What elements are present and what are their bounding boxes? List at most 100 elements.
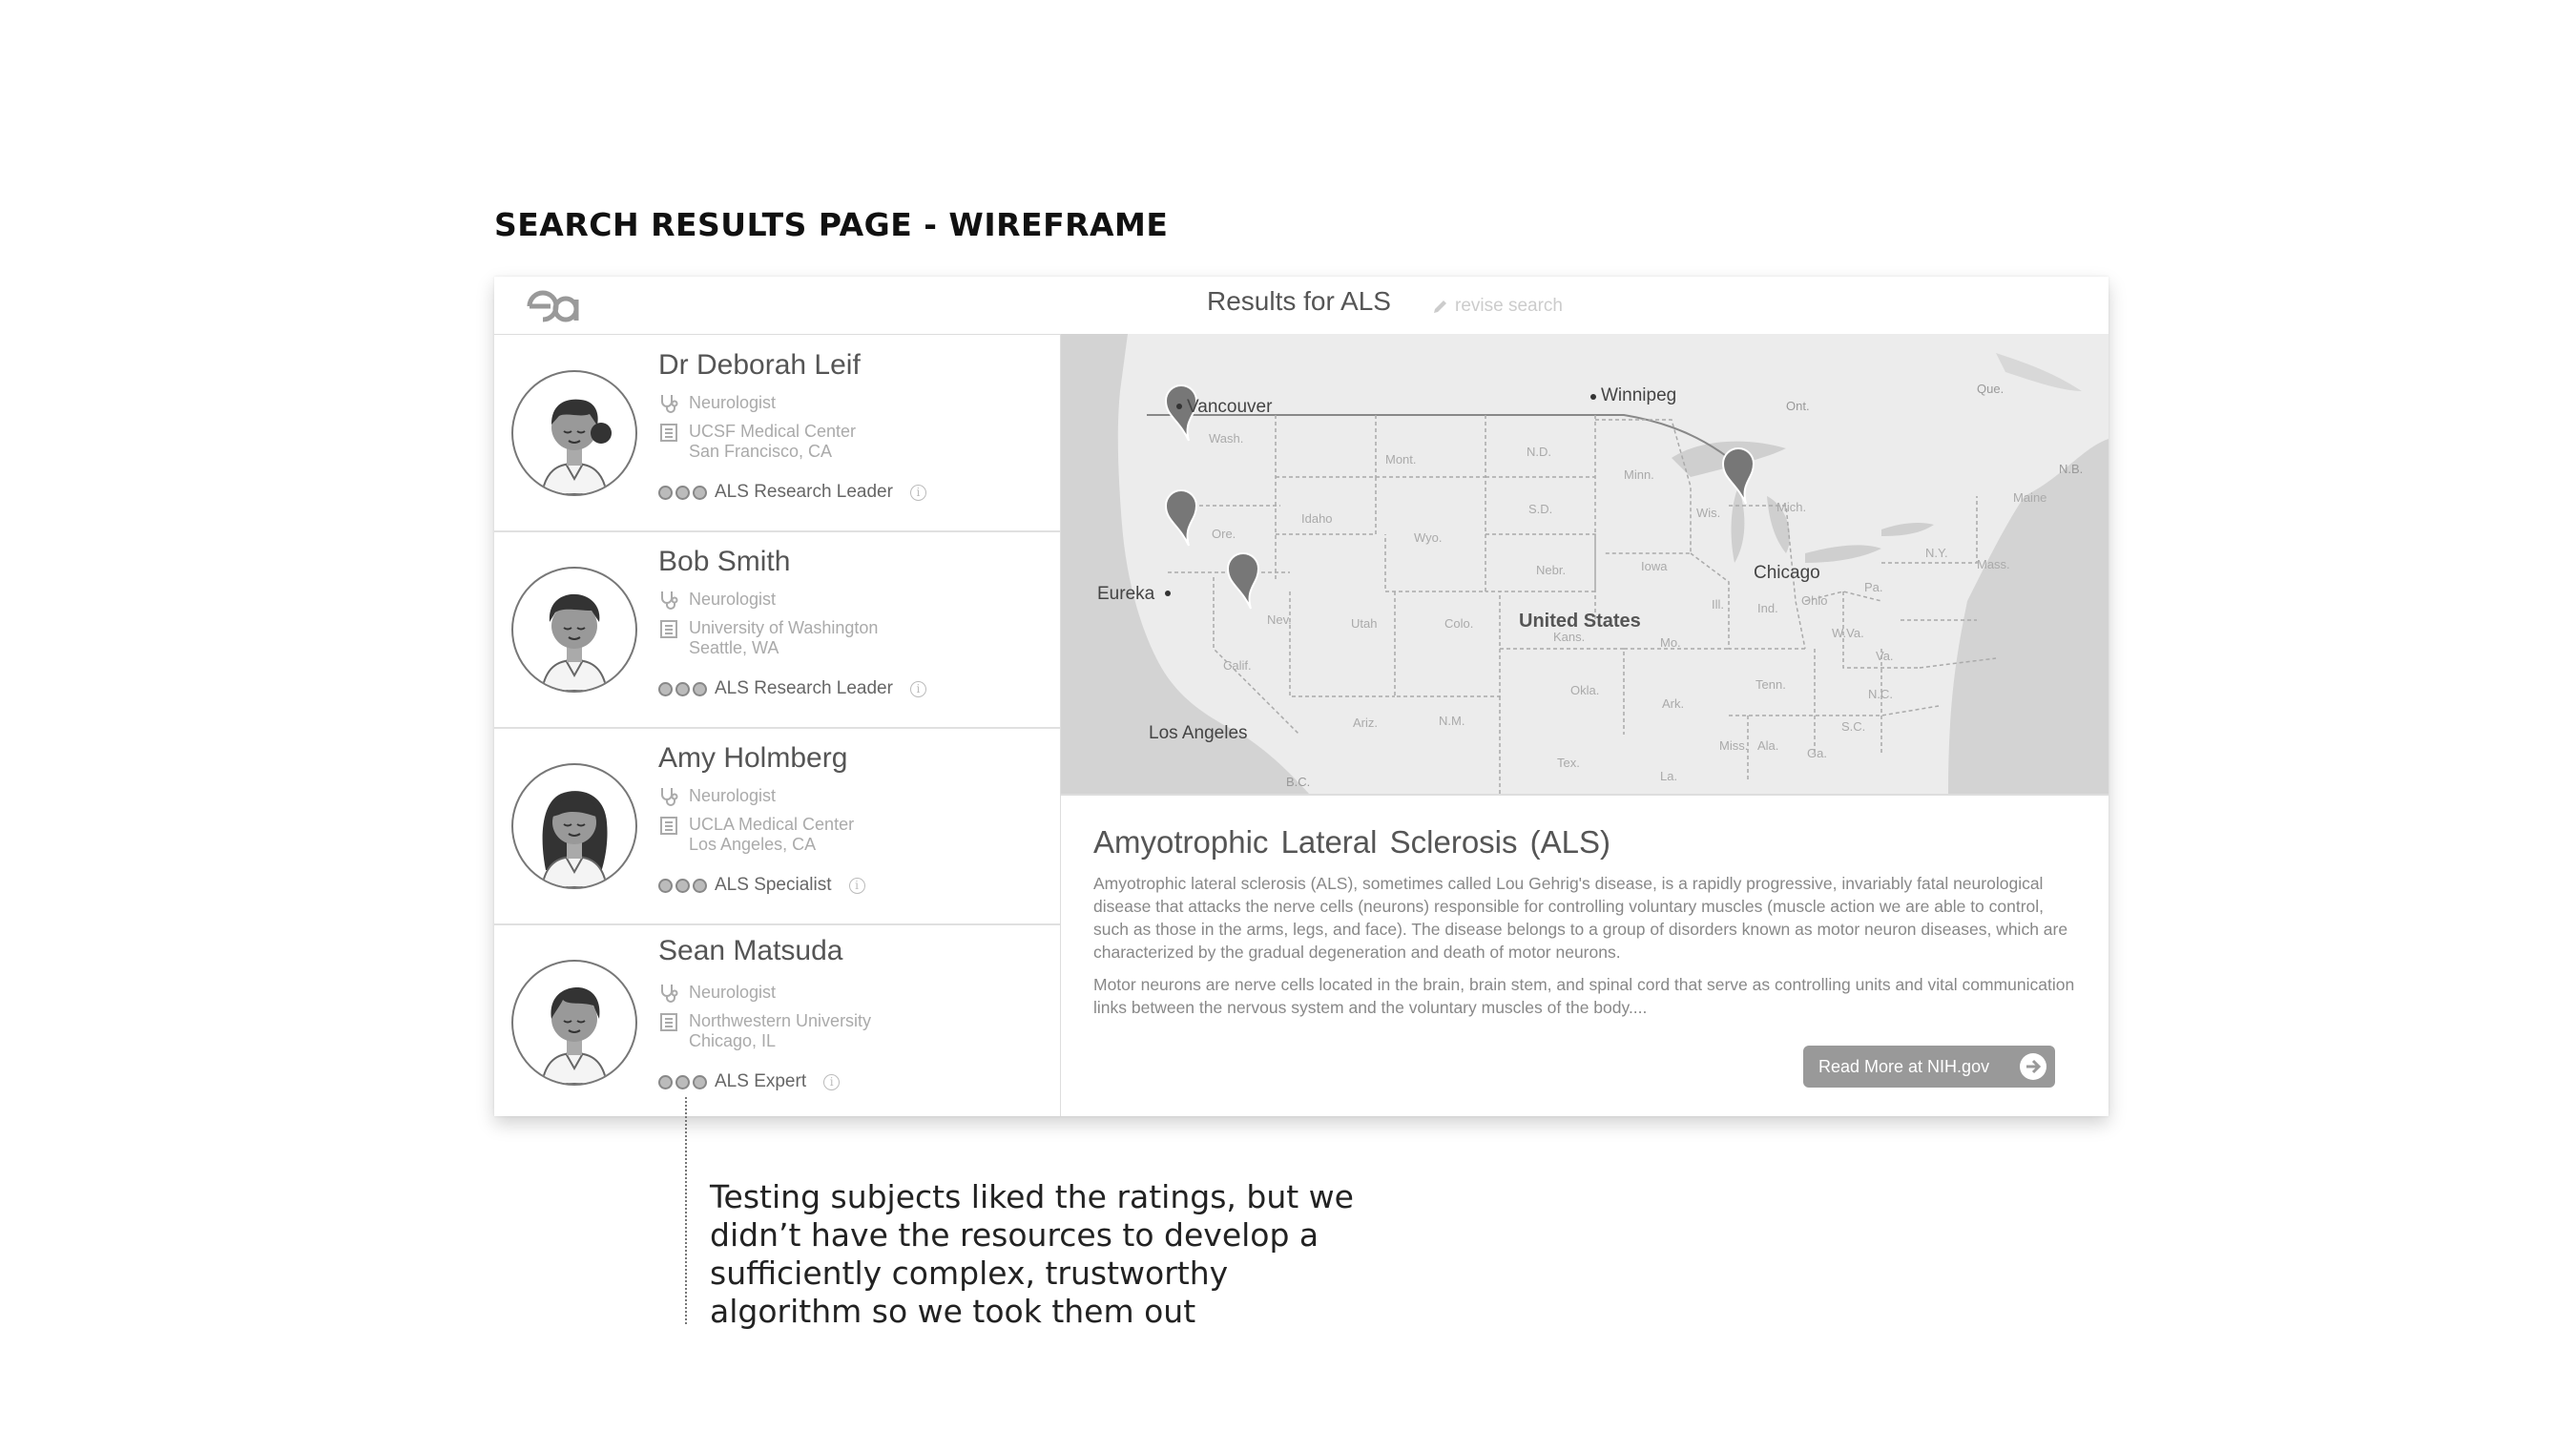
doctor-card[interactable]: Dr Deborah Leif Neurologist UCSF Medical…	[494, 334, 1060, 532]
avatar	[511, 960, 637, 1086]
location: San Francisco, CA	[689, 442, 833, 461]
state-label: Utah	[1351, 616, 1378, 631]
institution: Northwestern University	[689, 1011, 872, 1030]
top-bar: Results for ALS revise search	[494, 277, 2109, 335]
wireframe-frame: Results for ALS revise search Dr Deborah…	[494, 277, 2109, 1116]
state-label: La.	[1660, 769, 1678, 783]
state-label: Minn.	[1624, 467, 1654, 482]
city-label: Eureka	[1097, 584, 1155, 604]
rating-dots	[658, 681, 707, 696]
rating-label: ALS Research Leader	[715, 678, 893, 698]
institution: University of Washington	[689, 618, 879, 637]
state-label: Kans.	[1553, 630, 1586, 644]
state-label: N.D.	[1527, 445, 1551, 459]
hospital-icon	[660, 620, 677, 638]
state-label: Wash.	[1209, 431, 1244, 446]
state-label: Calif.	[1223, 658, 1252, 673]
ea-logo[interactable]	[527, 288, 584, 324]
revise-search-label: revise search	[1455, 296, 1563, 316]
province-label: N.B.	[2059, 462, 2084, 476]
state-label: Ariz.	[1353, 716, 1378, 730]
description-paragraph: Motor neurons are nerve cells located in…	[1093, 975, 2075, 1017]
state-label: W.Va.	[1832, 626, 1864, 640]
avatar	[511, 567, 637, 693]
doctor-name[interactable]: Sean Matsuda	[658, 935, 842, 967]
state-label: Mich.	[1776, 500, 1807, 514]
state-label: Pa.	[1864, 580, 1883, 594]
state-label: N.Y.	[1925, 546, 1948, 560]
rating-label: ALS Expert	[715, 1071, 807, 1091]
info-icon[interactable]: i	[823, 1073, 841, 1090]
location: Seattle, WA	[689, 638, 779, 657]
rating-label: ALS Research Leader	[715, 482, 893, 502]
state-label: Colo.	[1444, 616, 1474, 631]
province-label: Que.	[1977, 382, 2005, 396]
state-label: Wyo.	[1414, 530, 1443, 545]
state-label: Ala.	[1757, 738, 1779, 753]
doctor-card[interactable]: Amy Holmberg Neurologist UCLA Medical Ce…	[494, 727, 1060, 925]
state-label: Ga.	[1807, 746, 1827, 760]
state-label: Ark.	[1662, 696, 1685, 711]
doctor-card[interactable]: Bob Smith Neurologist University of Wash…	[494, 530, 1060, 729]
state-label: Mo.	[1660, 635, 1681, 650]
institution: UCLA Medical Center	[689, 815, 855, 834]
state-label: Nebr.	[1536, 563, 1567, 577]
specialty-row: Neurologist	[658, 590, 776, 611]
state-label: N.C.	[1868, 687, 1893, 701]
specialty: Neurologist	[689, 786, 777, 805]
doctor-name[interactable]: Amy Holmberg	[658, 742, 847, 775]
info-icon[interactable]: i	[909, 484, 926, 501]
rating-row: ALS Expert i	[658, 1071, 841, 1092]
institution-row: University of Washington Seattle, WA	[658, 618, 878, 658]
state-label: N.M.	[1439, 714, 1465, 728]
avatar	[511, 763, 637, 889]
institution: UCSF Medical Center	[689, 422, 857, 441]
state-label: Tex.	[1557, 756, 1580, 770]
location: Los Angeles, CA	[689, 835, 817, 854]
state-label: Ohio	[1801, 593, 1828, 608]
annotation-leader-line	[685, 1097, 687, 1324]
state-label: Mont.	[1385, 452, 1417, 467]
state-label: S.D.	[1528, 502, 1553, 516]
page-title: SEARCH RESULTS PAGE - WIREFRAME	[494, 206, 1169, 243]
institution-row: UCSF Medical Center San Francisco, CA	[658, 422, 856, 462]
doctor-list: Dr Deborah Leif Neurologist UCSF Medical…	[494, 334, 1062, 1116]
state-label: Miss.	[1719, 738, 1749, 753]
state-label: Wis.	[1696, 506, 1721, 520]
specialty: Neurologist	[689, 590, 777, 609]
city-label: Vancouver	[1187, 397, 1273, 417]
revise-search-link[interactable]: revise search	[1432, 296, 1563, 317]
specialty: Neurologist	[689, 983, 777, 1002]
info-icon[interactable]: i	[848, 877, 865, 894]
description-paragraph: Amyotrophic lateral sclerosis (ALS), som…	[1093, 874, 2068, 962]
specialty-row: Neurologist	[658, 983, 776, 1004]
specialty: Neurologist	[689, 393, 777, 412]
rating-row: ALS Research Leader i	[658, 482, 926, 503]
state-label: Mass.	[1977, 557, 2010, 571]
stethoscope-icon	[661, 395, 678, 413]
info-icon[interactable]: i	[909, 680, 926, 697]
rating-dots	[658, 485, 707, 500]
read-more-button[interactable]: Read More at NIH.gov	[1803, 1046, 2055, 1088]
results-title: Results for ALS	[1207, 286, 1391, 316]
stethoscope-icon	[661, 985, 678, 1003]
state-label: Ind.	[1757, 601, 1778, 615]
doctor-name[interactable]: Dr Deborah Leif	[658, 349, 861, 382]
state-label: Iowa	[1641, 559, 1668, 573]
province-label: Ont.	[1786, 399, 1810, 413]
rating-dots	[658, 878, 707, 893]
doctor-name[interactable]: Bob Smith	[658, 546, 790, 578]
read-more-label: Read More at NIH.gov	[1818, 1056, 1990, 1076]
results-map[interactable]: Vancouver Winnipeg Eureka Chicago Los An…	[1061, 334, 2109, 796]
annotation-note: Testing subjects liked the ratings, but …	[710, 1178, 1354, 1330]
state-label: Va.	[1876, 649, 1894, 663]
state-label: Tenn.	[1755, 677, 1786, 692]
state-label: Okla.	[1570, 683, 1600, 697]
rating-dots	[658, 1074, 707, 1089]
institution-row: Northwestern University Chicago, IL	[658, 1011, 871, 1051]
state-label: Ill.	[1712, 597, 1724, 612]
stethoscope-icon	[661, 591, 678, 610]
stethoscope-icon	[661, 788, 678, 806]
hospital-icon	[660, 1013, 677, 1031]
doctor-card[interactable]: Sean Matsuda Neurologist Northwestern Un…	[494, 923, 1060, 1116]
